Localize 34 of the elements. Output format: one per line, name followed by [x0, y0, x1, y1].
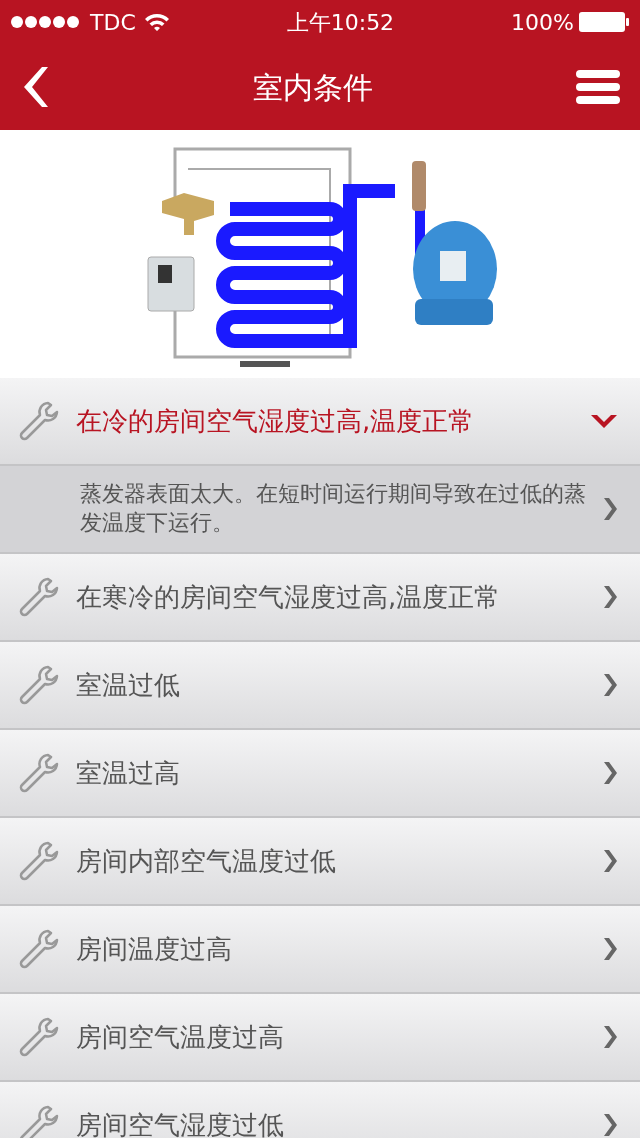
carrier-name: TDC — [90, 8, 136, 37]
wrench-icon — [18, 928, 60, 970]
wrench-icon — [18, 840, 60, 882]
wrench-icon — [18, 664, 60, 706]
wrench-icon — [18, 1104, 60, 1138]
clock-time: 上午10:52 — [286, 8, 395, 37]
wrench-icon — [18, 752, 60, 794]
page-title: 室内条件 — [253, 68, 373, 107]
list-item[interactable]: 房间温度过高 — [0, 906, 640, 994]
wifi-icon — [143, 12, 170, 32]
chevron-right-icon — [602, 936, 618, 962]
chevron-down-icon — [590, 413, 618, 429]
wrench-icon — [18, 400, 60, 442]
chevron-right-icon — [602, 496, 618, 522]
list-item[interactable]: 房间空气温度过高 — [0, 994, 640, 1082]
list-item[interactable]: 房间空气湿度过低 — [0, 1082, 640, 1138]
battery-icon — [578, 11, 630, 33]
chevron-right-icon — [602, 848, 618, 874]
signal-icon — [10, 15, 82, 29]
chevron-right-icon — [602, 1112, 618, 1138]
battery-percent: 100% — [511, 8, 574, 37]
list-item[interactable]: 在冷的房间空气湿度过高,温度正常 — [0, 378, 640, 466]
sub-list-item[interactable]: 蒸发器表面太大。在短时间运行期间导致在过低的蒸发温度下运行。 — [0, 466, 640, 554]
wrench-icon — [18, 576, 60, 618]
list-item[interactable]: 室温过低 — [0, 642, 640, 730]
chevron-right-icon — [602, 672, 618, 698]
menu-icon[interactable] — [576, 70, 620, 104]
chevron-right-icon — [602, 584, 618, 610]
chevron-right-icon — [602, 1024, 618, 1050]
list-item[interactable]: 房间内部空气温度过低 — [0, 818, 640, 906]
list-item[interactable]: 在寒冷的房间空气湿度过高,温度正常 — [0, 554, 640, 642]
chevron-right-icon — [602, 760, 618, 786]
list-item[interactable]: 室温过高 — [0, 730, 640, 818]
wrench-icon — [18, 1016, 60, 1058]
